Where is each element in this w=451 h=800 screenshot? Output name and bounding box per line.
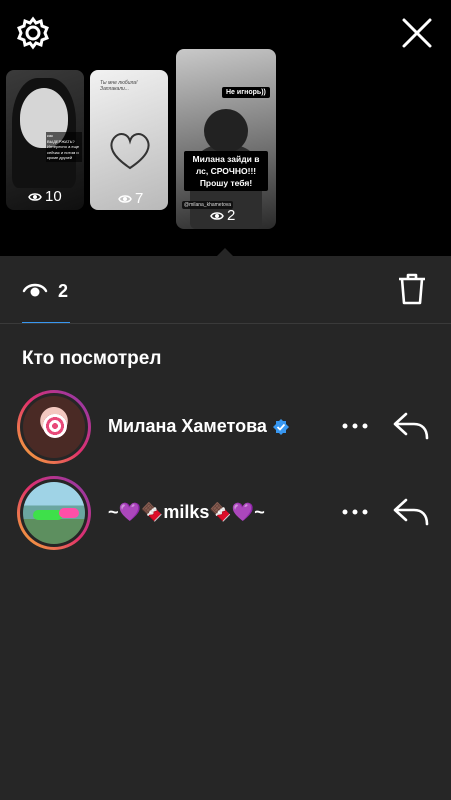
story-thumbnail-2[interactable]: Ты мне любила! Заплакали... bbox=[90, 70, 168, 210]
viewers-heading: Кто посмотрел bbox=[22, 348, 162, 369]
list-item[interactable]: ~💜🍫milks🍫💜~ bbox=[0, 476, 451, 550]
verified-badge-icon bbox=[272, 418, 289, 435]
trash-icon[interactable] bbox=[396, 272, 428, 306]
divider bbox=[0, 323, 451, 324]
avatar[interactable] bbox=[17, 476, 91, 550]
story-caption: как ВЫДЕРЖАТЬ? Интересно а еще сейчас и … bbox=[46, 132, 82, 162]
story-view-count: 7 bbox=[118, 190, 143, 207]
viewer-name[interactable]: ~💜🍫milks🍫💜~ bbox=[108, 502, 265, 523]
heart-hands-icon bbox=[110, 133, 150, 170]
story-sticker: Милана зайди в лс, СРОЧНО!!! Прошу тебя! bbox=[184, 151, 268, 191]
viewer-name[interactable]: Милана Хаметова bbox=[108, 416, 289, 437]
avatar[interactable] bbox=[17, 390, 91, 464]
eye-icon bbox=[22, 283, 48, 297]
tab-viewers[interactable]: 2 bbox=[22, 278, 68, 304]
close-icon[interactable] bbox=[400, 16, 434, 50]
more-options-icon[interactable] bbox=[340, 416, 370, 436]
story-view-count: 2 bbox=[210, 207, 235, 224]
story-sticker: Не игнорь)) bbox=[222, 87, 270, 98]
stats-bar: 2 bbox=[0, 256, 451, 324]
viewer-count: 2 bbox=[58, 280, 69, 301]
story-caption: Ты мне любила! Заплакали... bbox=[100, 80, 138, 92]
gear-icon[interactable] bbox=[16, 16, 50, 50]
reply-icon[interactable] bbox=[392, 410, 430, 442]
story-view-count: 10 bbox=[28, 188, 62, 205]
list-item[interactable]: Милана Хаметова bbox=[0, 390, 451, 464]
eye-icon bbox=[28, 192, 42, 201]
story-thumbnail-3-selected[interactable]: Не игнорь)) Милана зайди в лс, СРОЧНО!!!… bbox=[176, 49, 276, 229]
reply-icon[interactable] bbox=[392, 496, 430, 528]
viewers-sheet: 2 Кто посмотрел Милана Хаметова ~💜🍫milks… bbox=[0, 256, 451, 800]
eye-icon bbox=[118, 194, 132, 203]
eye-icon bbox=[210, 211, 224, 220]
more-options-icon[interactable] bbox=[340, 502, 370, 522]
story-preview-header: как ВЫДЕРЖАТЬ? Интересно а еще сейчас и … bbox=[0, 0, 451, 257]
